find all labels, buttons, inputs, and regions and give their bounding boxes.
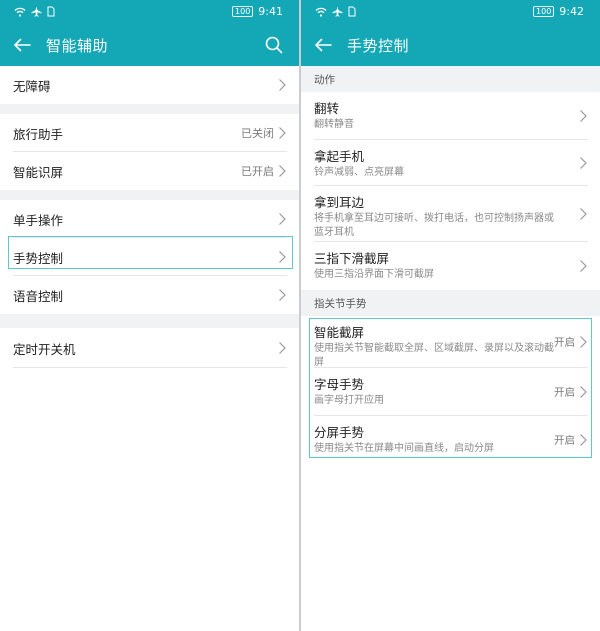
status-bar: 100 9:42 xyxy=(301,0,600,26)
battery-indicator: 100 xyxy=(533,6,555,17)
gesture-three-finger-screenshot[interactable]: 三指下滑截屏 使用三指沿界面下滑可截屏 xyxy=(301,242,600,290)
airplane-icon xyxy=(31,6,42,17)
status-time: 9:42 xyxy=(559,5,584,18)
setting-voice-control[interactable]: 语音控制 xyxy=(0,276,299,314)
gesture-raise-to-ear[interactable]: 拿到耳边 将手机拿至耳边可接听、拨打电话，也可控制扬声器或蓝牙耳机 xyxy=(301,186,600,242)
right-screen: 100 9:42 手势控制 动作 翻转 翻转静音 拿起手机 铃声减弱、点亮屏幕 … xyxy=(301,0,600,631)
item-title: 拿起手机 xyxy=(314,149,365,164)
setting-status: 已开启 xyxy=(241,165,274,178)
setting-one-hand-mode[interactable]: 单手操作 xyxy=(0,200,299,238)
setting-label: 单手操作 xyxy=(13,212,64,228)
wifi-icon xyxy=(14,7,26,17)
item-title: 三指下滑截屏 xyxy=(314,251,390,266)
setting-status: 已关闭 xyxy=(241,127,274,140)
gesture-flip[interactable]: 翻转 翻转静音 xyxy=(301,92,600,140)
search-button[interactable] xyxy=(257,28,291,62)
setting-scheduled-power[interactable]: 定时开关机 xyxy=(0,328,299,368)
highlight-frame xyxy=(8,236,293,269)
chevron-right-icon xyxy=(279,289,286,301)
page-title: 手势控制 xyxy=(347,36,410,55)
group-gap xyxy=(0,104,299,114)
sim-icon xyxy=(47,6,55,17)
status-time: 9:41 xyxy=(258,5,283,18)
setting-label: 旅行助手 xyxy=(13,126,64,142)
item-title: 拿到耳边 xyxy=(314,195,365,210)
setting-label: 语音控制 xyxy=(13,288,64,304)
chevron-right-icon xyxy=(279,165,286,177)
search-icon xyxy=(265,36,283,54)
back-arrow-icon xyxy=(14,38,31,52)
left-screen: 100 9:41 智能辅助 无障碍 旅行助手 已关闭 智能识屏 已开启 单手操作… xyxy=(0,0,299,631)
wifi-icon xyxy=(315,7,327,17)
setting-label: 无障碍 xyxy=(13,78,51,94)
chevron-right-icon xyxy=(580,260,587,272)
app-header: 100 9:41 智能辅助 xyxy=(0,0,299,66)
section-header-knuckle-gestures: 指关节手势 xyxy=(301,290,600,316)
chevron-right-icon xyxy=(279,213,286,225)
item-subtitle: 使用三指沿界面下滑可截屏 xyxy=(314,269,434,280)
sim-icon xyxy=(348,6,356,17)
item-subtitle: 将手机拿至耳边可接听、拨打电话，也可控制扬声器或蓝牙耳机 xyxy=(314,213,554,238)
battery-indicator: 100 xyxy=(232,6,254,17)
chevron-right-icon xyxy=(580,208,587,220)
setting-smart-screen-recognition[interactable]: 智能识屏 已开启 xyxy=(0,152,299,190)
group-gap xyxy=(0,190,299,200)
item-subtitle: 铃声减弱、点亮屏幕 xyxy=(314,167,404,178)
item-subtitle: 翻转静音 xyxy=(314,119,354,130)
setting-label: 定时开关机 xyxy=(13,341,76,357)
page-title: 智能辅助 xyxy=(46,36,109,55)
back-button[interactable] xyxy=(301,28,345,62)
airplane-icon xyxy=(332,6,343,17)
setting-accessibility[interactable]: 无障碍 xyxy=(0,66,299,104)
app-header: 100 9:42 手势控制 xyxy=(301,0,600,66)
back-arrow-icon xyxy=(315,38,332,52)
status-bar: 100 9:41 xyxy=(0,0,299,26)
setting-travel-assistant[interactable]: 旅行助手 已关闭 xyxy=(0,114,299,152)
row-divider xyxy=(13,367,287,368)
item-title: 翻转 xyxy=(314,101,340,116)
chevron-right-icon xyxy=(279,79,286,91)
chevron-right-icon xyxy=(279,342,286,354)
setting-label: 智能识屏 xyxy=(13,164,64,180)
chevron-right-icon xyxy=(279,127,286,139)
section-header-actions: 动作 xyxy=(301,66,600,92)
back-button[interactable] xyxy=(0,28,44,62)
group-gap xyxy=(0,314,299,328)
gesture-pick-up[interactable]: 拿起手机 铃声减弱、点亮屏幕 xyxy=(301,140,600,186)
highlight-frame xyxy=(309,318,592,458)
chevron-right-icon xyxy=(580,110,587,122)
chevron-right-icon xyxy=(580,157,587,169)
